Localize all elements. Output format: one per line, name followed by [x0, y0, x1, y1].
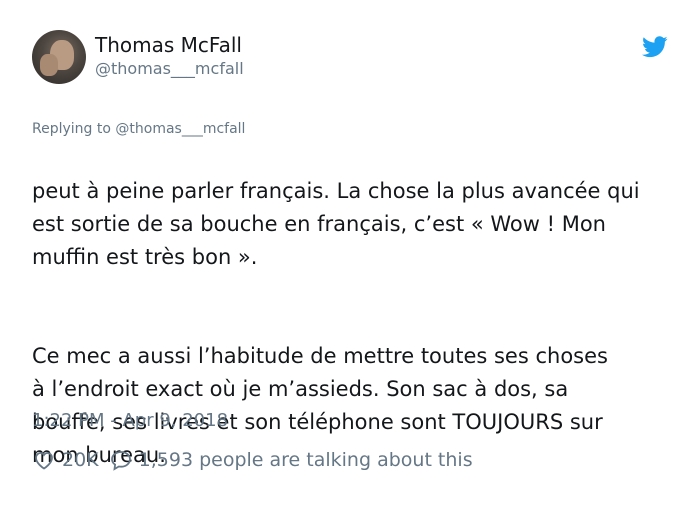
tweet-actions: 20K 1,593 people are talking about this [32, 446, 473, 474]
replying-prefix: Replying to [32, 121, 116, 137]
like-button[interactable]: 20K [32, 448, 99, 472]
author-handle[interactable]: @thomas___mcfall [95, 58, 244, 80]
conversation-link[interactable]: 1,593 people are talking about this [109, 448, 473, 472]
author-name[interactable]: Thomas McFall [95, 32, 244, 58]
heart-icon [35, 452, 53, 470]
replying-to: Replying to @thomas___mcfall [32, 119, 245, 139]
avatar-hand [40, 54, 58, 76]
talking-count: 1,593 people are talking about this [138, 449, 473, 471]
replying-handle[interactable]: @thomas___mcfall [115, 121, 245, 137]
tweet-timestamp[interactable]: 1:22 PM - Apr 9, 2018 [32, 408, 228, 434]
tweet-card: Thomas McFall @thomas___mcfall Replying … [0, 0, 700, 502]
tweet-header: Thomas McFall @thomas___mcfall [32, 30, 672, 90]
twitter-bird-icon[interactable] [642, 36, 668, 58]
speech-bubble-icon [110, 451, 131, 471]
like-count: 20K [62, 449, 99, 471]
avatar[interactable] [32, 30, 86, 84]
user-info[interactable]: Thomas McFall @thomas___mcfall [95, 32, 244, 80]
tweet-paragraph-1: peut à peine parler français. La chose l… [32, 179, 640, 269]
